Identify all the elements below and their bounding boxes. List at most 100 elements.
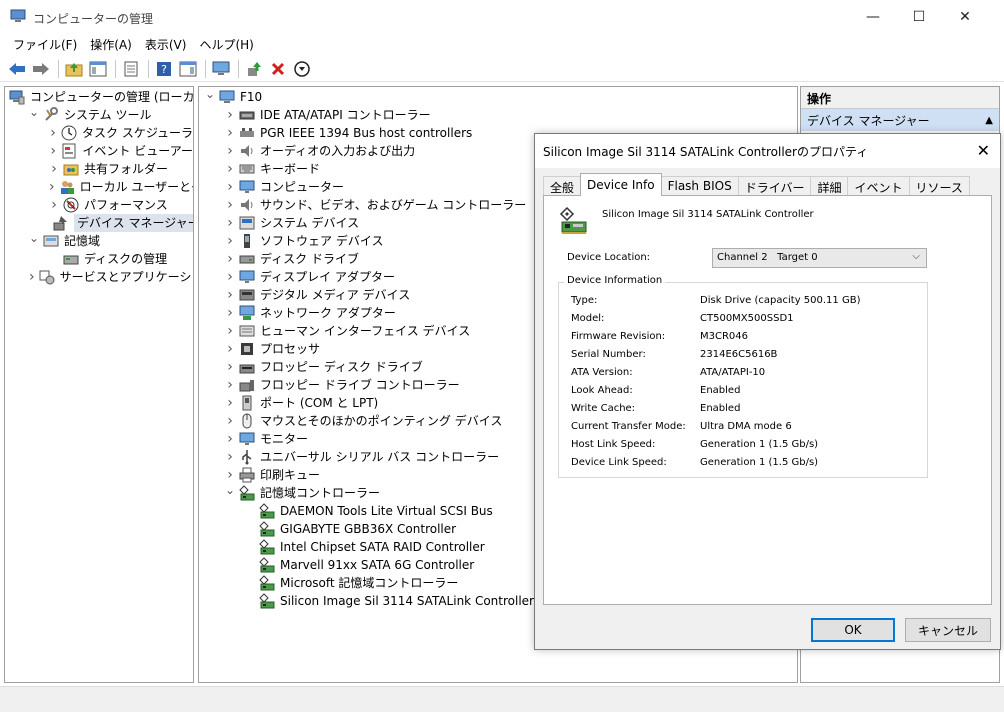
device-location-select[interactable]: Channel 2 Target 0 ⌵ xyxy=(712,248,927,268)
action-device-manager[interactable]: デバイス マネージャー ▲ xyxy=(801,109,999,131)
chevron-right-icon[interactable]: › xyxy=(49,197,59,213)
scan-hardware-icon[interactable] xyxy=(210,58,232,80)
menu-help[interactable]: ヘルプ(H) xyxy=(194,34,261,54)
info-value: ATA/ATAPI-10 xyxy=(700,367,766,378)
chevron-right-icon[interactable]: › xyxy=(49,161,59,177)
device-tree-item-label: IDE ATA/ATAPI コントローラー xyxy=(260,108,431,122)
dialog-close-button[interactable]: ✕ xyxy=(977,141,990,160)
tab-0[interactable]: 全般 xyxy=(543,176,582,196)
console-tree-item-label: タスク スケジューラ xyxy=(82,126,193,140)
chevron-right-icon[interactable]: › xyxy=(225,341,235,357)
device-tree-item[interactable]: › IDE ATA/ATAPI コントローラー xyxy=(199,106,797,124)
device-tree-item-label: 印刷キュー xyxy=(260,468,321,482)
device-tree-item-label: キーボード xyxy=(260,162,321,176)
collapse-arrow-icon[interactable]: ▲ xyxy=(985,115,993,126)
up-folder-icon[interactable] xyxy=(63,58,85,80)
info-value: 2314E6C5616B xyxy=(700,349,778,360)
device-tree-item-label: システム デバイス xyxy=(260,216,360,230)
chevron-down-icon[interactable]: ⌄ xyxy=(29,231,39,245)
chevron-down-icon[interactable]: ⌄ xyxy=(29,105,39,119)
device-tree-item-label: Silicon Image Sil 3114 SATALink Controll… xyxy=(280,594,534,608)
chevron-right-icon[interactable]: › xyxy=(225,305,235,321)
update-driver-icon[interactable] xyxy=(243,58,265,80)
chevron-right-icon[interactable]: › xyxy=(225,395,235,411)
ok-button[interactable]: OK xyxy=(811,618,895,642)
properties-sheet-icon[interactable] xyxy=(120,58,142,80)
tab-6[interactable]: リソース xyxy=(908,176,970,196)
chevron-right-icon[interactable]: › xyxy=(49,125,57,141)
chevron-right-icon[interactable]: › xyxy=(225,377,235,393)
tab-3[interactable]: ドライバー xyxy=(737,176,812,196)
menu-action[interactable]: 操作(A) xyxy=(85,34,140,54)
enable-device-icon[interactable] xyxy=(291,58,313,80)
chevron-right-icon[interactable]: › xyxy=(225,251,235,267)
chevron-right-icon[interactable]: › xyxy=(29,269,35,285)
storage-controller-icon xyxy=(239,485,255,501)
chevron-right-icon[interactable]: › xyxy=(49,179,55,195)
chevron-down-icon[interactable]: ⌄ xyxy=(225,483,235,497)
info-key: Current Transfer Mode: xyxy=(571,421,686,432)
maximize-button[interactable]: ☐ xyxy=(896,0,942,34)
info-key: Model: xyxy=(571,313,605,324)
monitor-icon xyxy=(239,179,255,195)
device-tree-item-label: ディスク ドライブ xyxy=(260,252,359,266)
close-button[interactable]: ✕ xyxy=(942,0,988,34)
chevron-right-icon[interactable]: › xyxy=(225,431,235,447)
info-row: Current Transfer Mode: Ultra DMA mode 6 xyxy=(571,421,921,435)
console-tree-item[interactable]: コンピューターの管理 (ローカル) xyxy=(5,88,193,106)
console-tree-item[interactable]: › サービスとアプリケーション xyxy=(5,268,193,286)
chevron-right-icon[interactable]: › xyxy=(225,161,235,177)
storage-controller-icon xyxy=(559,206,589,236)
chevron-right-icon[interactable]: › xyxy=(225,413,235,429)
actions-header: 操作 xyxy=(801,87,999,109)
console-tree-item[interactable]: › 共有フォルダー xyxy=(5,160,193,178)
console-tree-item[interactable]: ⌄ システム ツール xyxy=(5,105,193,124)
port-icon xyxy=(239,395,255,411)
shared-folder-icon xyxy=(63,161,79,177)
chevron-right-icon[interactable]: › xyxy=(225,143,235,159)
chevron-right-icon[interactable]: › xyxy=(225,287,235,303)
chevron-right-icon[interactable]: › xyxy=(225,467,235,483)
back-icon[interactable] xyxy=(6,58,28,80)
info-row: Device Link Speed: Generation 1 (1.5 Gb/s… xyxy=(571,457,921,471)
console-tree-item[interactable]: ディスクの管理 xyxy=(5,250,193,268)
info-row: Model: CT500MX500SSD1 xyxy=(571,313,921,327)
console-tree-item[interactable]: › ローカル ユーザーとグループ xyxy=(5,178,193,196)
tab-flash-bios[interactable]: Flash BIOS xyxy=(660,176,739,196)
console-tree-item[interactable]: › イベント ビューアー xyxy=(5,142,193,160)
menu-file[interactable]: ファイル(F) xyxy=(8,34,85,54)
cancel-button[interactable]: キャンセル xyxy=(905,618,991,642)
forward-icon[interactable] xyxy=(30,58,52,80)
help-icon[interactable]: ? xyxy=(153,58,175,80)
console-tree-item[interactable]: ⌄ 記憶域 xyxy=(5,231,193,250)
minimize-button[interactable]: — xyxy=(850,0,896,34)
chevron-right-icon[interactable]: › xyxy=(225,125,235,141)
chevron-right-icon[interactable]: › xyxy=(49,143,57,159)
console-tree-item[interactable]: デバイス マネージャー xyxy=(5,214,193,232)
chevron-right-icon[interactable]: › xyxy=(225,269,235,285)
tab-4[interactable]: 詳細 xyxy=(810,176,849,196)
tab-5[interactable]: イベント xyxy=(847,176,910,196)
show-hide-tree-icon[interactable] xyxy=(87,58,109,80)
console-tree-item[interactable]: › パフォーマンス xyxy=(5,196,193,214)
chevron-down-icon[interactable]: ⌄ xyxy=(205,87,215,101)
chevron-right-icon[interactable]: › xyxy=(225,215,235,231)
chevron-right-icon[interactable]: › xyxy=(225,323,235,339)
chevron-right-icon[interactable]: › xyxy=(225,233,235,249)
device-tree-item-label: フロッピー ディスク ドライブ xyxy=(260,360,423,374)
device-tree-item[interactable]: ⌄ F10 xyxy=(199,87,797,106)
floppy-controller-icon xyxy=(239,377,255,393)
chevron-right-icon[interactable]: › xyxy=(225,179,235,195)
info-key: Device Link Speed: xyxy=(571,457,667,468)
device-location-label: Device Location: xyxy=(567,252,651,263)
chevron-right-icon[interactable]: › xyxy=(225,359,235,375)
action-pane-icon[interactable] xyxy=(177,58,199,80)
tab-device-info[interactable]: Device Info xyxy=(580,173,662,196)
chevron-right-icon[interactable]: › xyxy=(225,197,235,213)
info-value: Ultra DMA mode 6 xyxy=(700,421,792,432)
uninstall-icon[interactable] xyxy=(267,58,289,80)
console-tree-item[interactable]: › タスク スケジューラ xyxy=(5,124,193,142)
chevron-right-icon[interactable]: › xyxy=(225,107,235,123)
chevron-right-icon[interactable]: › xyxy=(225,449,235,465)
menu-view[interactable]: 表示(V) xyxy=(140,34,195,54)
